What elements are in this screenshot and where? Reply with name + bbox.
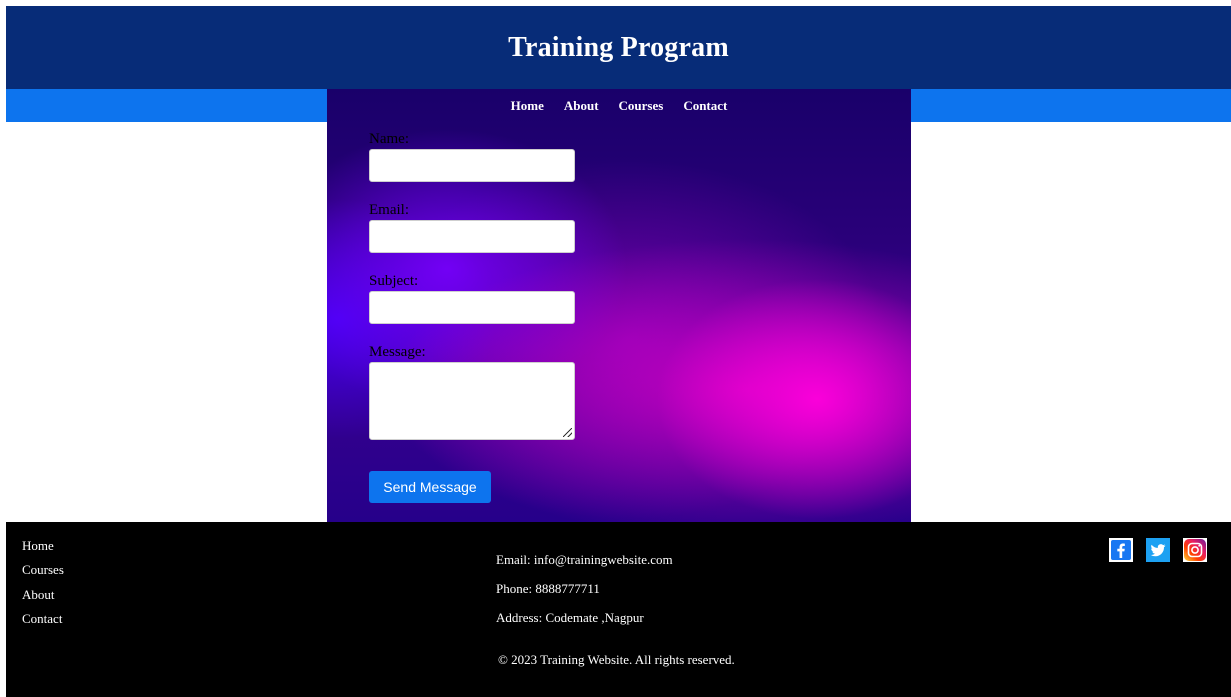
page: Training Program Home About Courses Cont… bbox=[6, 6, 1231, 697]
footer-link-contact[interactable]: Contact bbox=[22, 611, 64, 635]
social-icons bbox=[1109, 538, 1207, 562]
name-label: Name: bbox=[369, 131, 409, 147]
footer-link-home[interactable]: Home bbox=[22, 538, 64, 562]
footer-phone: Phone: 8888777711 bbox=[496, 581, 600, 596]
page-title: Training Program bbox=[508, 31, 729, 63]
email-input[interactable] bbox=[369, 220, 575, 253]
email-label: Email: bbox=[369, 202, 409, 218]
footer-links: Home Courses About Contact bbox=[22, 538, 64, 635]
nav-home-link[interactable]: Home bbox=[511, 98, 544, 114]
main-nav: Home About Courses Contact bbox=[327, 89, 911, 122]
copyright-text: © 2023 Training Website. All rights rese… bbox=[498, 652, 735, 667]
subject-label: Subject: bbox=[369, 273, 419, 289]
site-header: Training Program bbox=[6, 6, 1231, 89]
subject-input[interactable] bbox=[369, 291, 575, 324]
send-message-button[interactable]: Send Message bbox=[369, 471, 491, 503]
footer-address: Address: Codemate ,Nagpur bbox=[496, 610, 644, 625]
contact-form: Name: Email: Subject: Message: Send Mess… bbox=[369, 129, 669, 503]
twitter-icon[interactable] bbox=[1146, 538, 1170, 562]
resize-grip-icon[interactable] bbox=[563, 428, 572, 437]
facebook-icon[interactable] bbox=[1109, 538, 1133, 562]
footer-email: Email: info@trainingwebsite.com bbox=[496, 552, 673, 567]
footer-link-about[interactable]: About bbox=[22, 587, 64, 611]
instagram-icon[interactable] bbox=[1183, 538, 1207, 562]
footer-contact-info: Email: info@trainingwebsite.com Phone: 8… bbox=[496, 552, 673, 639]
footer-link-courses[interactable]: Courses bbox=[22, 562, 64, 586]
name-input[interactable] bbox=[369, 149, 575, 182]
nav-courses-link[interactable]: Courses bbox=[619, 98, 664, 114]
nav-about-link[interactable]: About bbox=[564, 98, 599, 114]
contact-form-panel: Home About Courses Contact Name: Email: … bbox=[327, 89, 911, 522]
message-label: Message: bbox=[369, 344, 426, 360]
message-textarea[interactable] bbox=[369, 362, 575, 440]
nav-contact-link[interactable]: Contact bbox=[683, 98, 727, 114]
site-footer: Home Courses About Contact Email: info@t… bbox=[6, 522, 1231, 697]
